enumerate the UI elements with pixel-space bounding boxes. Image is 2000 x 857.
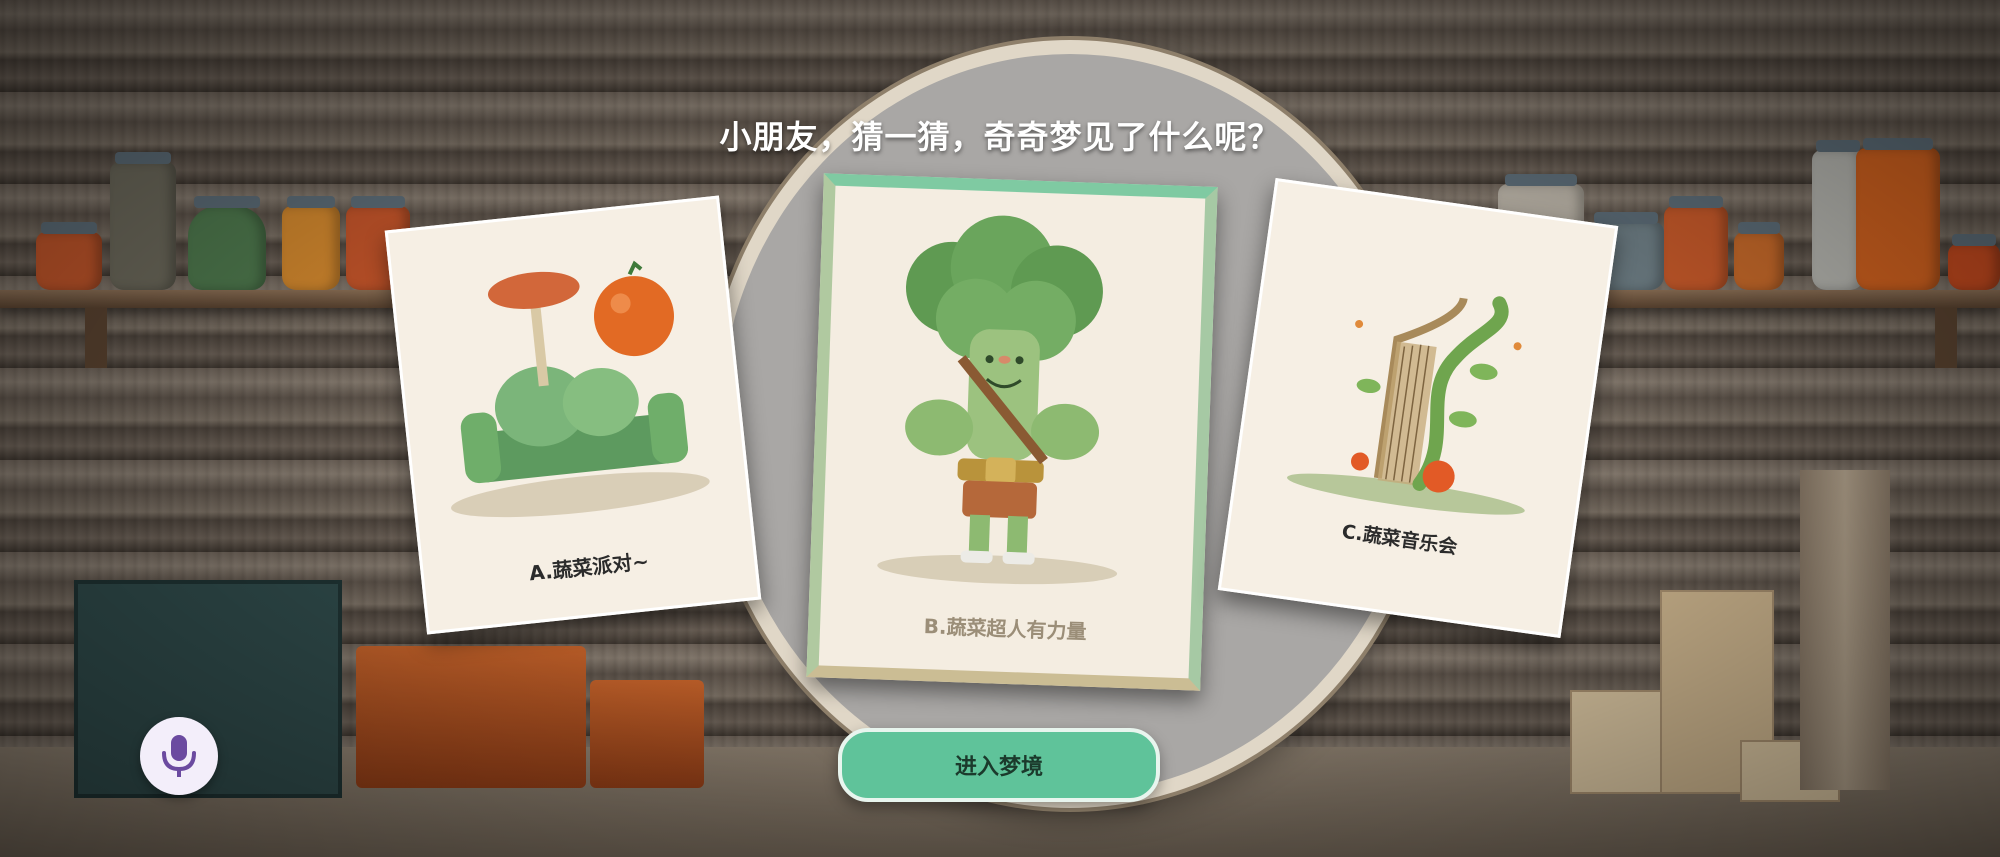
question-title: 小朋友，猜一猜，奇奇梦见了什么呢？ bbox=[719, 118, 1281, 156]
answer-card-a[interactable]: A.蔬菜派对~ bbox=[384, 195, 762, 635]
vegetable-party-illustration bbox=[451, 260, 710, 518]
bean-harp-illustration bbox=[1287, 296, 1525, 515]
card-b-label: B.蔬菜超人有力量 bbox=[923, 614, 1087, 644]
enter-dream-button[interactable]: 进入梦境 bbox=[838, 728, 1160, 802]
microphone-icon bbox=[162, 735, 196, 777]
microphone-button[interactable] bbox=[140, 717, 218, 795]
broccoli-superhero-illustration bbox=[877, 215, 1118, 585]
answer-card-c[interactable]: C.蔬菜音乐会 bbox=[1217, 177, 1619, 639]
answer-card-b[interactable]: B.蔬菜超人有力量 bbox=[806, 173, 1218, 691]
card-a-label: A.蔬菜派对~ bbox=[527, 548, 651, 586]
